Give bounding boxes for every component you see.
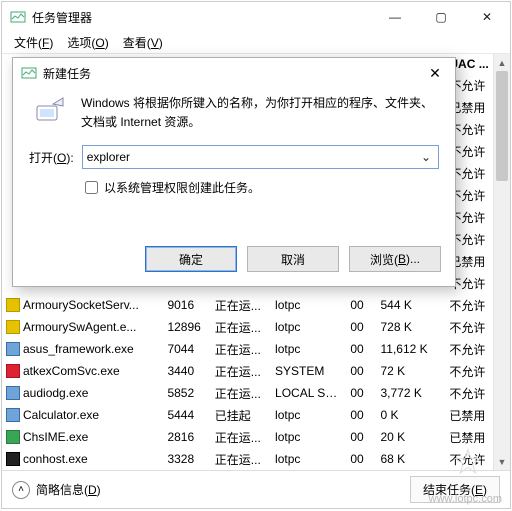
table-row[interactable]: Calculator.exe5444已挂起lotpc000 K已禁用 (2, 404, 510, 426)
table-row[interactable]: ArmourySwAgent.e...12896正在运...lotpc00728… (2, 316, 510, 338)
admin-checkbox[interactable] (85, 181, 98, 194)
fewer-details-link[interactable]: 简略信息(D) (36, 481, 101, 498)
scroll-thumb[interactable] (496, 71, 508, 181)
new-task-dialog: 新建任务 ✕ Windows 将根据你所键入的名称，为你打开相应的程序、文件夹、… (12, 57, 456, 287)
chevron-up-icon[interactable]: ˄ (12, 481, 30, 499)
end-task-button[interactable]: 结束任务(E) (410, 476, 500, 503)
titlebar[interactable]: 任务管理器 — ▢ ✕ (2, 2, 510, 32)
process-icon (6, 452, 20, 466)
window-title: 任务管理器 (32, 9, 372, 26)
menu-options[interactable]: 选项(O) (61, 32, 114, 53)
table-row[interactable]: atkexComSvc.exe3440正在运...SYSTEM0072 K不允许 (2, 360, 510, 382)
open-input[interactable] (87, 147, 418, 167)
close-button[interactable]: ✕ (464, 2, 510, 32)
app-icon (10, 9, 26, 25)
process-icon (6, 320, 20, 334)
open-label: 打开(O): (29, 149, 74, 166)
dialog-close-button[interactable]: ✕ (415, 58, 455, 88)
vertical-scrollbar[interactable]: ▲ ▼ (493, 54, 510, 470)
process-icon (6, 430, 20, 444)
table-row[interactable]: asus_framework.exe7044正在运...lotpc0011,61… (2, 338, 510, 360)
maximize-button[interactable]: ▢ (418, 2, 464, 32)
table-row[interactable]: conhost.exe3328正在运...lotpc0068 K不允许 (2, 448, 510, 470)
process-icon (6, 386, 20, 400)
table-row[interactable]: ArmourySocketServ...9016正在运...lotpc00544… (2, 294, 510, 316)
run-icon (35, 94, 69, 124)
chevron-down-icon[interactable]: ⌄ (418, 150, 434, 164)
menubar: 文件(F) 选项(O) 查看(V) (2, 32, 510, 54)
browse-button[interactable]: 浏览(B)... (349, 246, 441, 272)
open-combobox[interactable]: ⌄ (82, 145, 439, 169)
dialog-description: Windows 将根据你所键入的名称，为你打开相应的程序、文件夹、文档或 Int… (81, 94, 439, 131)
menu-view[interactable]: 查看(V) (117, 32, 169, 53)
statusbar: ˄ 简略信息(D) 结束任务(E) (2, 470, 510, 508)
process-icon (6, 342, 20, 356)
app-icon (21, 65, 37, 81)
scroll-down-icon[interactable]: ▼ (494, 453, 510, 470)
process-icon (6, 364, 20, 378)
process-icon (6, 298, 20, 312)
dialog-titlebar[interactable]: 新建任务 ✕ (13, 58, 455, 88)
admin-checkbox-label: 以系统管理权限创建此任务。 (104, 179, 260, 196)
table-row[interactable]: audiodg.exe5852正在运...LOCAL SE...003,772 … (2, 382, 510, 404)
cancel-button[interactable]: 取消 (247, 246, 339, 272)
ok-button[interactable]: 确定 (145, 246, 237, 272)
scroll-up-icon[interactable]: ▲ (494, 54, 510, 71)
dialog-title: 新建任务 (43, 65, 415, 82)
menu-file[interactable]: 文件(F) (8, 32, 59, 53)
process-icon (6, 408, 20, 422)
table-row[interactable]: ChsIME.exe2816正在运...lotpc0020 K已禁用 (2, 426, 510, 448)
minimize-button[interactable]: — (372, 2, 418, 32)
